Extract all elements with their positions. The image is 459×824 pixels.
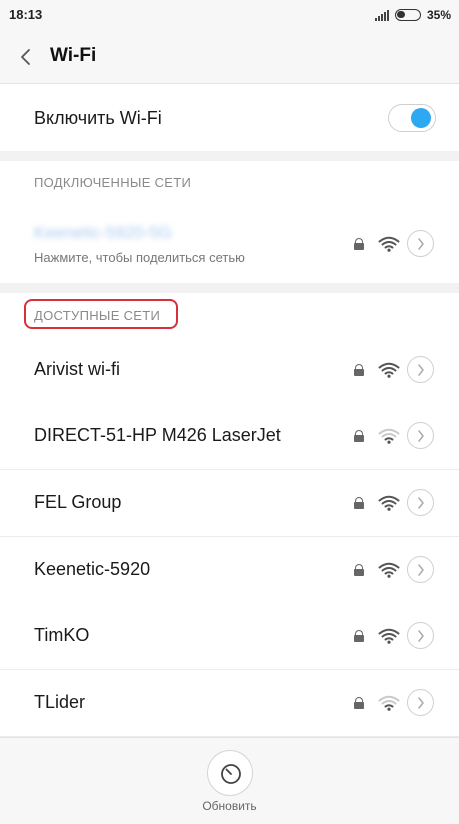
network-name: Arivist wi-fi — [34, 359, 120, 379]
network-name: TLider — [34, 692, 86, 712]
battery-percent: 35% — [426, 8, 451, 22]
lock-icon — [354, 564, 364, 576]
status-bar: 18:13 35% — [0, 0, 459, 30]
chevron-right-icon[interactable] — [407, 422, 434, 449]
network-name: FEL Group — [34, 492, 122, 512]
chevron-right-icon[interactable] — [407, 689, 434, 716]
lock-icon — [354, 697, 364, 709]
connected-network-row[interactable]: Keenetic-5920-5G Нажмите, чтобы поделить… — [0, 204, 459, 283]
wifi-toggle-label: Включить Wi-Fi — [34, 108, 162, 128]
wifi-signal-icon — [378, 362, 400, 378]
connected-section-header: ПОДКЛЮЧЕННЫЕ СЕТИ — [0, 161, 459, 204]
chevron-right-icon[interactable] — [407, 622, 434, 649]
bottom-bar: Обновить — [0, 737, 459, 824]
app-header: Wi-Fi — [0, 30, 459, 84]
connected-section-label: ПОДКЛЮЧЕННЫЕ СЕТИ — [34, 175, 192, 190]
connected-network-name: Keenetic-5920-5G — [34, 223, 172, 242]
refresh-button[interactable] — [207, 750, 253, 796]
wifi-signal-icon — [378, 428, 400, 444]
network-row[interactable]: TLider — [0, 670, 459, 737]
lock-icon — [354, 238, 364, 250]
battery-icon — [394, 9, 421, 21]
lock-icon — [354, 430, 364, 442]
status-time: 18:13 — [9, 7, 43, 22]
highlight-box — [24, 299, 178, 329]
chevron-left-icon[interactable] — [14, 44, 40, 70]
wifi-toggle-switch[interactable] — [388, 104, 436, 132]
page-title: Wi-Fi — [50, 45, 97, 66]
lock-icon — [354, 630, 364, 642]
wifi-signal-icon — [378, 695, 400, 711]
network-row[interactable]: TimKO — [0, 603, 459, 670]
connected-network-subtitle: Нажмите, чтобы поделиться сетью — [34, 250, 245, 265]
network-row[interactable]: Keenetic-5920 — [0, 537, 459, 604]
network-row[interactable]: DIRECT-51-HP M426 LaserJet — [0, 403, 459, 470]
wifi-signal-icon — [378, 495, 400, 511]
network-row[interactable]: FEL Group — [0, 470, 459, 537]
network-name: Keenetic-5920 — [34, 559, 151, 579]
section-divider — [0, 151, 459, 161]
wifi-signal-icon — [378, 628, 400, 644]
refresh-label: Обновить — [202, 799, 257, 813]
chevron-right-icon[interactable] — [407, 489, 434, 516]
wifi-signal-icon — [378, 562, 400, 578]
chevron-right-icon[interactable] — [407, 556, 434, 583]
network-row[interactable]: Arivist wi-fi — [0, 337, 459, 404]
refresh-icon — [221, 764, 241, 784]
network-name: DIRECT-51-HP M426 LaserJet — [34, 425, 281, 445]
chevron-right-icon[interactable] — [407, 230, 434, 257]
toggle-knob — [411, 108, 431, 128]
wifi-signal-icon — [378, 236, 400, 252]
chevron-right-icon[interactable] — [407, 356, 434, 383]
lock-icon — [354, 364, 364, 376]
section-divider — [0, 283, 459, 293]
signal-icon — [374, 9, 389, 21]
lock-icon — [354, 497, 364, 509]
network-name: TimKO — [34, 625, 90, 645]
